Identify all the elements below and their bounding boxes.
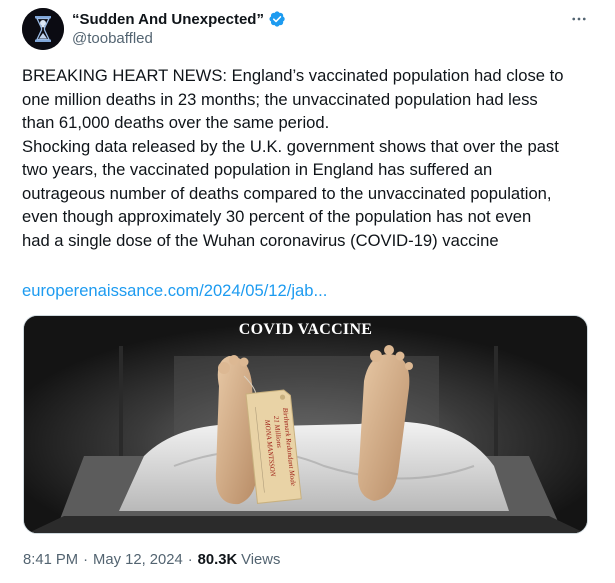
morgue-feet-illustration: Birthmark Redundant Mode 21 Millions MON… [24, 316, 587, 533]
article-link[interactable]: europerenaissance.com/2024/05/12/jab... [22, 279, 327, 302]
media-caption: COVID VACCINE [238, 321, 373, 338]
tweet-media-image[interactable]: Birthmark Redundant Mode 21 Millions MON… [23, 315, 588, 534]
tweet-card: “Sudden And Unexpected” @toobaffled BREA… [0, 0, 615, 583]
views-count: 80.3K [197, 552, 238, 568]
tweet-date[interactable]: May 12, 2024 [93, 552, 183, 568]
avatar[interactable] [22, 8, 64, 50]
author-handle[interactable]: @toobaffled [72, 30, 153, 47]
verified-badge-icon [268, 10, 286, 28]
separator: · [187, 552, 193, 568]
tweet-time[interactable]: 8:41 PM [23, 552, 78, 568]
tweet-metadata: 8:41 PM · May 12, 2024 · 80.3K Views [23, 552, 280, 568]
author-display-name[interactable]: “Sudden And Unexpected” [72, 11, 264, 28]
separator: · [83, 552, 89, 568]
more-horizontal-icon [572, 17, 586, 21]
views-label: Views [241, 552, 281, 568]
author-name-row: “Sudden And Unexpected” [72, 9, 286, 29]
more-options-button[interactable] [566, 8, 592, 30]
tweet-text: BREAKING HEART NEWS: England’s vaccinate… [22, 66, 564, 250]
hourglass-skull-avatar-icon [22, 8, 64, 50]
